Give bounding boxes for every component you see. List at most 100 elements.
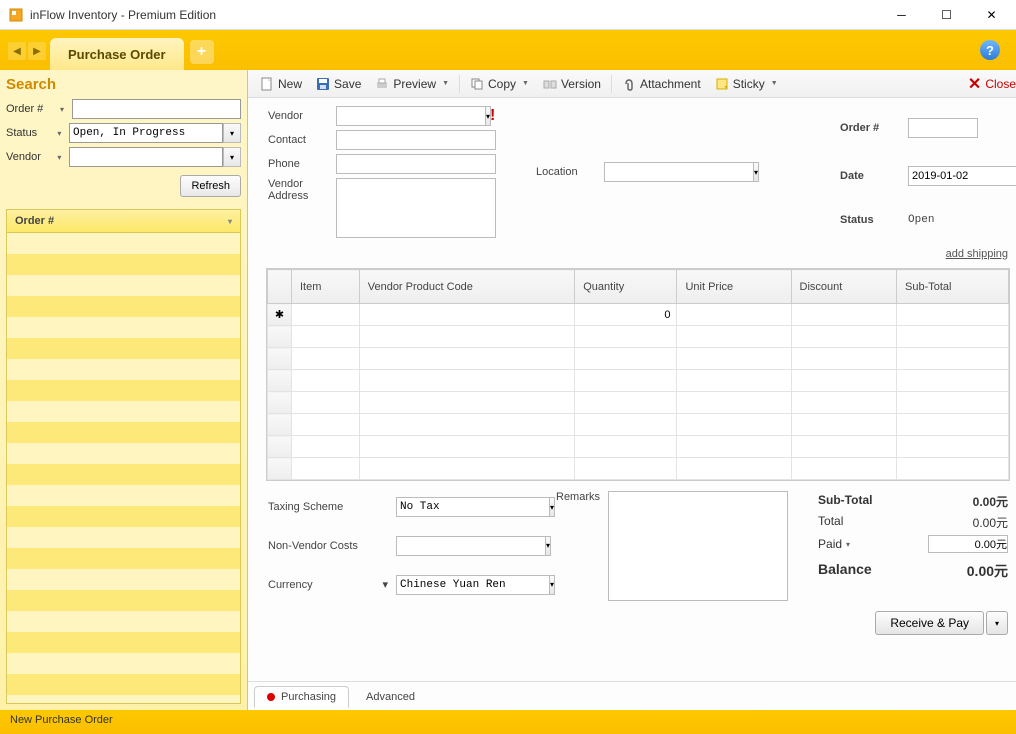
paperclip-icon xyxy=(622,77,636,91)
table-row xyxy=(268,348,1009,370)
currency-menu-icon[interactable]: ▾ xyxy=(382,578,388,591)
vendor-address-label: Vendor Address xyxy=(268,178,328,202)
tab-nav-back-icon[interactable]: ◀ xyxy=(8,42,26,60)
vendor-address-field[interactable] xyxy=(336,178,496,238)
maximize-button[interactable]: ☐ xyxy=(924,1,969,29)
balance-value: 0.00元 xyxy=(967,561,1008,581)
col-vendor-code[interactable]: Vendor Product Code xyxy=(359,270,575,304)
app-icon xyxy=(8,7,24,23)
save-button[interactable]: Save xyxy=(310,74,367,94)
col-qty[interactable]: Quantity xyxy=(575,270,677,304)
copy-button[interactable]: Copy▼ xyxy=(464,74,535,94)
col-discount[interactable]: Discount xyxy=(791,270,896,304)
search-sidebar: Search Order # ▾ Status ▾ ▾ Vendor ▾ ▾ R… xyxy=(0,70,248,710)
taxing-label: Taxing Scheme xyxy=(268,501,388,513)
new-button[interactable]: New xyxy=(254,74,308,94)
table-row xyxy=(268,458,1009,480)
remarks-label: Remarks xyxy=(556,491,600,601)
sort-icon[interactable]: ▾ xyxy=(228,217,232,226)
col-subtotal[interactable]: Sub-Total xyxy=(897,270,1009,304)
paid-menu-icon[interactable]: ▾ xyxy=(846,540,850,549)
location-field-label: Location xyxy=(536,166,596,178)
subtotal-value: 0.00元 xyxy=(973,493,1008,510)
subtotal-label: Sub-Total xyxy=(818,493,872,510)
receive-pay-button[interactable]: Receive & Pay xyxy=(875,611,984,635)
nonvendor-dropdown-icon[interactable]: ▾ xyxy=(545,536,551,556)
refresh-button[interactable]: Refresh xyxy=(180,175,241,197)
sticky-button[interactable]: Sticky▼ xyxy=(709,74,784,94)
version-icon xyxy=(543,77,557,91)
table-row xyxy=(268,436,1009,458)
close-window-button[interactable]: ✕ xyxy=(969,1,1014,29)
minimize-button[interactable]: ─ xyxy=(879,1,924,29)
status-dropdown-icon[interactable]: ▾ xyxy=(223,123,241,143)
title-bar: inFlow Inventory - Premium Edition ─ ☐ ✕ xyxy=(0,0,1016,30)
status-search-input[interactable] xyxy=(69,123,223,143)
order-num-field[interactable] xyxy=(908,118,978,138)
date-label: Date xyxy=(840,170,900,182)
nonvendor-label: Non-Vendor Costs xyxy=(268,540,388,552)
date-field[interactable] xyxy=(908,166,1016,186)
new-row-qty[interactable]: 0 xyxy=(575,304,677,326)
search-title: Search xyxy=(6,76,241,93)
save-icon xyxy=(316,77,330,91)
taxing-dropdown-icon[interactable]: ▾ xyxy=(549,497,555,517)
window-title: inFlow Inventory - Premium Edition xyxy=(30,8,879,22)
new-icon xyxy=(260,77,274,91)
close-button[interactable]: ✕Close xyxy=(962,71,1016,97)
receive-pay-split-icon[interactable]: ▾ xyxy=(986,611,1008,635)
vendor-label: Vendor xyxy=(6,151,53,163)
results-header-label: Order # xyxy=(15,215,54,227)
order-num-label: Order # xyxy=(840,122,900,134)
tab-nav: ◀ ▶ xyxy=(4,38,50,70)
line-items-grid[interactable]: Item Vendor Product Code Quantity Unit P… xyxy=(266,268,1010,481)
tab-add-button[interactable]: + xyxy=(190,40,214,64)
currency-dropdown-icon[interactable]: ▾ xyxy=(549,575,555,595)
tab-purchase-order[interactable]: Purchase Order xyxy=(50,38,184,70)
new-row-icon: ✱ xyxy=(268,304,292,326)
phone-field[interactable] xyxy=(336,154,496,174)
order-search-input[interactable] xyxy=(72,99,241,119)
results-list[interactable] xyxy=(6,233,241,704)
vendor-field[interactable] xyxy=(336,106,485,126)
toolbar: New Save Preview▼ Copy▼ Version Attachme… xyxy=(248,70,1016,98)
contact-field[interactable] xyxy=(336,130,496,150)
status-bar: New Purchase Order xyxy=(0,710,1016,734)
location-field[interactable] xyxy=(604,162,753,182)
bottom-tabs: Purchasing Advanced xyxy=(248,681,1016,710)
col-unit-price[interactable]: Unit Price xyxy=(677,270,791,304)
preview-button[interactable]: Preview▼ xyxy=(369,74,455,94)
vendor-menu-icon[interactable]: ▾ xyxy=(57,153,65,162)
col-item[interactable]: Item xyxy=(292,270,360,304)
status-menu-icon[interactable]: ▾ xyxy=(57,129,65,138)
row-header-col xyxy=(268,270,292,304)
attachment-button[interactable]: Attachment xyxy=(616,74,707,94)
vendor-search-input[interactable] xyxy=(69,147,223,167)
preview-icon xyxy=(375,77,389,91)
sticky-icon xyxy=(715,77,729,91)
total-value: 0.00元 xyxy=(973,514,1008,531)
tab-advanced[interactable]: Advanced xyxy=(353,686,428,708)
help-icon[interactable]: ? xyxy=(980,40,1000,60)
taxing-field[interactable] xyxy=(396,497,549,517)
remarks-field[interactable] xyxy=(608,491,788,601)
version-button[interactable]: Version xyxy=(537,74,607,94)
order-menu-icon[interactable]: ▾ xyxy=(60,105,68,114)
nonvendor-field[interactable] xyxy=(396,536,545,556)
currency-field[interactable] xyxy=(396,575,549,595)
location-dropdown-icon[interactable]: ▾ xyxy=(753,162,759,182)
status-dot-icon xyxy=(267,693,275,701)
tab-nav-forward-icon[interactable]: ▶ xyxy=(28,42,46,60)
tab-purchasing[interactable]: Purchasing xyxy=(254,686,349,708)
copy-icon xyxy=(470,77,484,91)
currency-label: Currency▾ xyxy=(268,578,388,591)
paid-field[interactable] xyxy=(928,535,1008,553)
add-shipping-link[interactable]: add shipping xyxy=(946,248,1008,260)
new-row[interactable]: ✱0 xyxy=(268,304,1009,326)
vendor-dropdown-icon[interactable]: ▾ xyxy=(223,147,241,167)
phone-field-label: Phone xyxy=(268,158,328,170)
results-header[interactable]: Order # ▾ xyxy=(6,209,241,233)
order-label: Order # xyxy=(6,103,56,115)
balance-label: Balance xyxy=(818,561,872,581)
table-row xyxy=(268,392,1009,414)
